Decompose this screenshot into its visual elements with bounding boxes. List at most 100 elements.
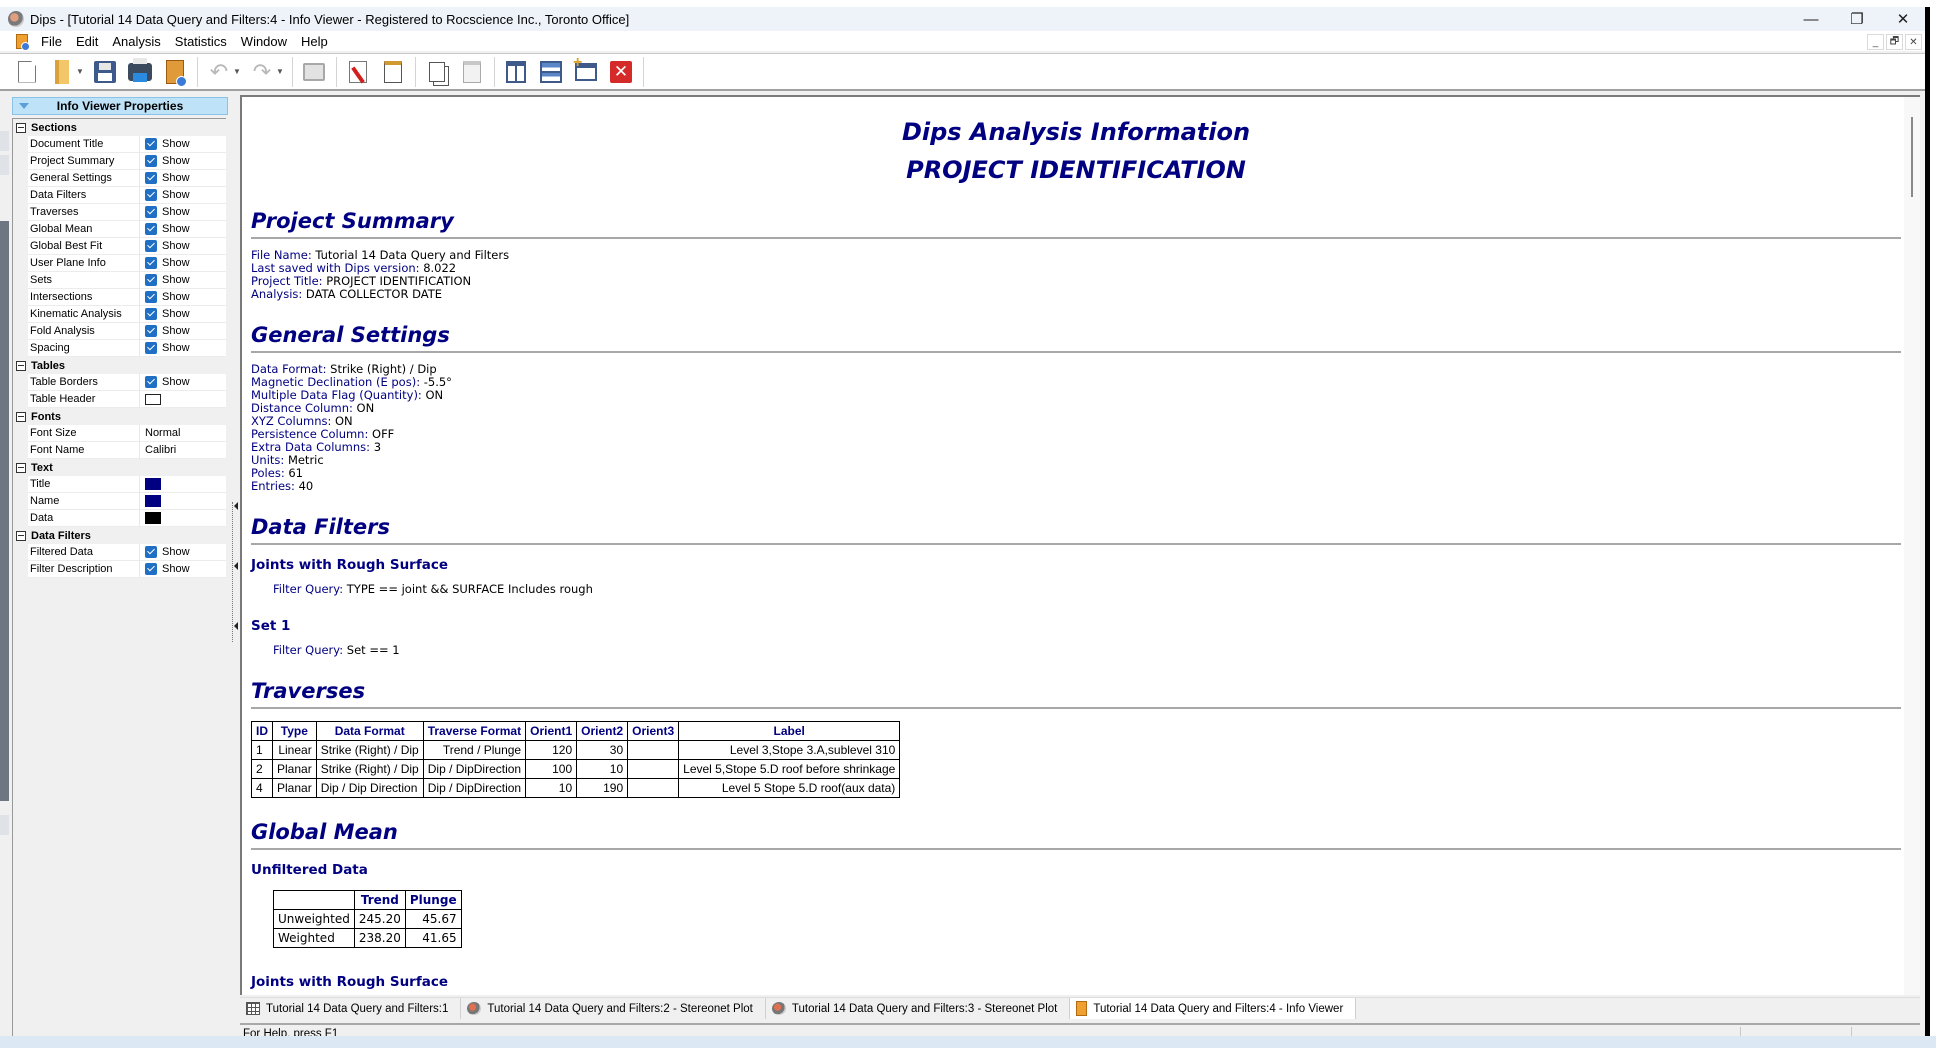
close-view-button[interactable]: ✕	[606, 57, 636, 87]
mdi-minimize-button[interactable]: _	[1867, 34, 1884, 50]
tab-tutorial-14-data-query-and-filters-1[interactable]: Tutorial 14 Data Query and Filters:1	[240, 998, 462, 1019]
redo-button[interactable]: ↷	[247, 57, 277, 87]
property-filter-description[interactable]: Filter Description Show	[28, 561, 226, 578]
property-spacing[interactable]: Spacing Show	[28, 340, 226, 357]
close-button[interactable]: ✕	[1880, 7, 1926, 31]
mdi-close-button[interactable]: ✕	[1905, 34, 1922, 50]
category-fonts[interactable]: Fonts	[13, 408, 226, 425]
checkbox-checked-icon[interactable]	[145, 376, 157, 388]
checkbox-checked-icon[interactable]	[145, 155, 157, 167]
tile-horizontal-button[interactable]	[536, 57, 566, 87]
redo-dropdown-icon[interactable]: ▼	[276, 67, 286, 76]
property-value[interactable]	[140, 510, 226, 526]
property-project-summary[interactable]: Project Summary Show	[28, 153, 226, 170]
category-data-filters[interactable]: Data Filters	[13, 527, 226, 544]
checkbox-checked-icon[interactable]	[145, 291, 157, 303]
copy-button[interactable]	[422, 57, 452, 87]
dock-tab[interactable]	[0, 131, 9, 151]
open-dropdown-icon[interactable]: ▼	[76, 67, 86, 76]
menu-help[interactable]: Help	[294, 34, 335, 49]
minimize-button[interactable]: —	[1788, 7, 1834, 31]
property-document-title[interactable]: Document Title Show	[28, 136, 226, 153]
clipboard-button[interactable]	[378, 57, 408, 87]
collapsed-panel-tab[interactable]	[0, 221, 9, 801]
color-swatch[interactable]	[145, 495, 161, 507]
splitter-arrow-icon[interactable]	[234, 562, 238, 570]
splitter-arrow-icon[interactable]	[234, 502, 238, 510]
property-kinematic-analysis[interactable]: Kinematic Analysis Show	[28, 306, 226, 323]
new-window-button[interactable]	[571, 54, 601, 87]
property-user-plane-info[interactable]: User Plane Info Show	[28, 255, 226, 272]
color-swatch[interactable]	[145, 512, 161, 524]
checkbox-checked-icon[interactable]	[145, 274, 157, 286]
checkbox-checked-icon[interactable]	[145, 240, 157, 252]
property-value[interactable]: Show	[140, 561, 226, 577]
menu-edit[interactable]: Edit	[69, 34, 105, 49]
display-button[interactable]	[299, 57, 329, 87]
color-swatch[interactable]	[145, 393, 161, 405]
print-button[interactable]	[125, 57, 155, 87]
checkbox-checked-icon[interactable]	[145, 206, 157, 218]
menu-analysis[interactable]: Analysis	[105, 34, 167, 49]
checkbox-checked-icon[interactable]	[145, 546, 157, 558]
collapse-toggle-icon[interactable]	[16, 360, 26, 371]
properties-header[interactable]: Info Viewer Properties	[12, 97, 228, 115]
property-table-header[interactable]: Table Header	[28, 391, 226, 408]
open-button[interactable]	[47, 57, 77, 87]
property-font-name[interactable]: Font Name Calibri	[28, 442, 226, 459]
property-fold-analysis[interactable]: Fold Analysis Show	[28, 323, 226, 340]
property-value[interactable]	[140, 476, 226, 492]
property-table-borders[interactable]: Table Borders Show	[28, 374, 226, 391]
property-data-filters[interactable]: Data Filters Show	[28, 187, 226, 204]
splitter-arrow-icon[interactable]	[234, 622, 238, 630]
property-value[interactable]	[140, 391, 226, 407]
property-value[interactable]: Show	[140, 323, 226, 339]
property-sets[interactable]: Sets Show	[28, 272, 226, 289]
property-general-settings[interactable]: General Settings Show	[28, 170, 226, 187]
property-value[interactable]: Show	[140, 272, 226, 288]
menu-statistics[interactable]: Statistics	[168, 34, 234, 49]
property-value[interactable]: Normal	[140, 425, 226, 441]
property-traverses[interactable]: Traverses Show	[28, 204, 226, 221]
property-title[interactable]: Title	[28, 476, 226, 493]
dock-tab[interactable]	[0, 815, 9, 835]
property-value[interactable]: Show	[140, 136, 226, 152]
checkbox-checked-icon[interactable]	[145, 172, 157, 184]
property-value[interactable]: Show	[140, 153, 226, 169]
undo-button[interactable]: ↶	[204, 57, 234, 87]
pane-splitter[interactable]	[232, 502, 240, 642]
property-global-mean[interactable]: Global Mean Show	[28, 221, 226, 238]
mdi-restore-button[interactable]: 🗗	[1886, 34, 1903, 50]
new-button[interactable]	[12, 57, 42, 87]
collapse-toggle-icon[interactable]	[16, 462, 26, 473]
checkbox-checked-icon[interactable]	[145, 189, 157, 201]
menu-file[interactable]: File	[34, 34, 69, 49]
tab-tutorial-14-data-query-and-filters-2-stereonet-plot[interactable]: Tutorial 14 Data Query and Filters:2 - S…	[461, 998, 766, 1019]
category-tables[interactable]: Tables	[13, 357, 226, 374]
property-value[interactable]: Show	[140, 289, 226, 305]
checkbox-checked-icon[interactable]	[145, 325, 157, 337]
collapse-arrow-icon[interactable]	[19, 103, 29, 109]
tile-vertical-button[interactable]	[501, 57, 531, 87]
property-value[interactable]: Show	[140, 340, 226, 356]
color-swatch[interactable]	[145, 478, 161, 490]
dock-tab[interactable]	[0, 155, 9, 175]
collapse-toggle-icon[interactable]	[16, 411, 26, 422]
property-value[interactable]: Show	[140, 238, 226, 254]
category-sections[interactable]: Sections	[13, 119, 226, 136]
property-value[interactable]: Show	[140, 204, 226, 220]
undo-dropdown-icon[interactable]: ▼	[233, 67, 243, 76]
scrollbar-thumb[interactable]	[1911, 117, 1913, 197]
property-font-size[interactable]: Font Size Normal	[28, 425, 226, 442]
property-value[interactable]: Show	[140, 187, 226, 203]
property-data[interactable]: Data	[28, 510, 226, 527]
checkbox-checked-icon[interactable]	[145, 563, 157, 575]
property-value[interactable]: Show	[140, 374, 226, 390]
property-value[interactable]: Show	[140, 221, 226, 237]
checkbox-checked-icon[interactable]	[145, 138, 157, 150]
property-value[interactable]: Show	[140, 255, 226, 271]
property-intersections[interactable]: Intersections Show	[28, 289, 226, 306]
property-value[interactable]	[140, 493, 226, 509]
property-value[interactable]: Show	[140, 544, 226, 560]
collapse-toggle-icon[interactable]	[16, 530, 26, 541]
